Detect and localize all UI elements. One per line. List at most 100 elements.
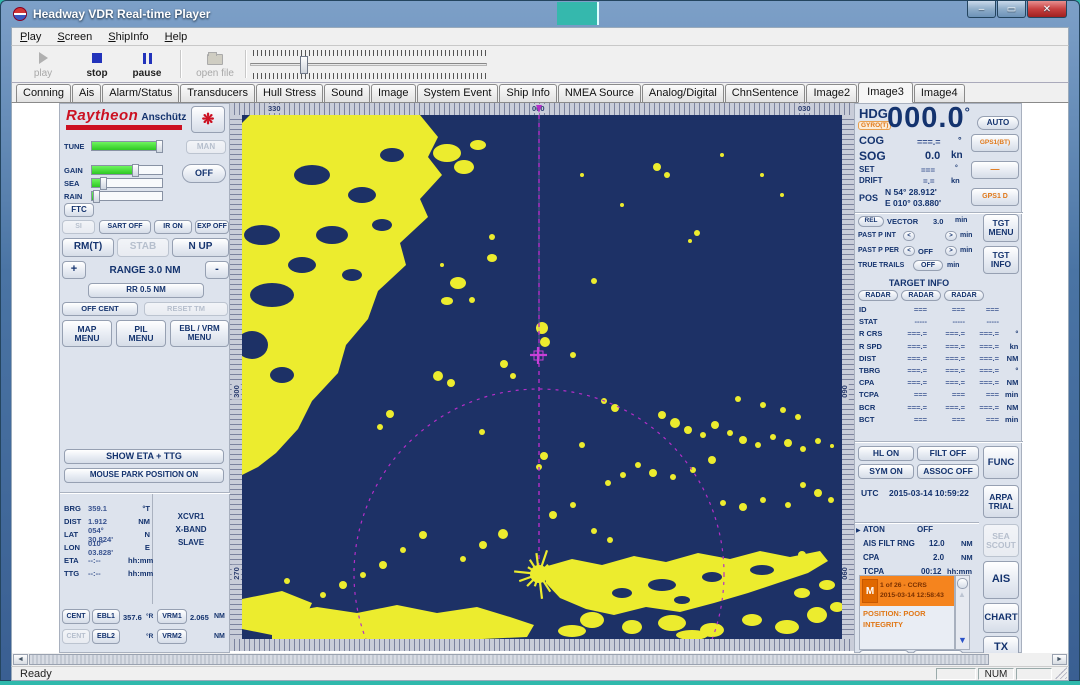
alarm-scrollbar[interactable]: ▲ ▼	[955, 575, 970, 650]
ebl2-button[interactable]: EBL2	[92, 629, 120, 644]
minimize-button[interactable]: –	[967, 1, 996, 18]
map-menu-button[interactable]: MAPMENU	[62, 320, 112, 347]
past-pos-int-inc-button[interactable]: >	[945, 231, 957, 241]
tab-ais[interactable]: Ais	[72, 84, 101, 102]
true-trails-button[interactable]: OFF	[913, 260, 943, 271]
orientation-button[interactable]: N UP	[172, 238, 229, 257]
ais-button[interactable]: AIS	[983, 561, 1019, 599]
tab-image2[interactable]: Image2	[806, 84, 857, 102]
app-window: Headway VDR Real-time Player – ▭ ✕ PlayS…	[0, 0, 1080, 681]
si-button[interactable]: SI	[62, 220, 95, 234]
pos-source-button[interactable]: GPS1 D	[971, 188, 1019, 206]
sea-scout-button[interactable]: SEASCOUT	[983, 524, 1019, 557]
tab-conning[interactable]: Conning	[16, 84, 71, 102]
alarm-box[interactable]: M 1 of 26 - CCRS 2015-03-14 12:58:43 POS…	[859, 575, 955, 650]
tab-system-event[interactable]: System Event	[417, 84, 499, 102]
title-bar[interactable]: Headway VDR Real-time Player – ▭ ✕	[11, 1, 1069, 27]
cog-sog-source-button[interactable]: GPS1(BT)	[971, 134, 1019, 152]
scroll-up-icon[interactable]: ▲	[958, 590, 966, 599]
tab-transducers[interactable]: Transducers	[180, 84, 255, 102]
tab-image4[interactable]: Image4	[914, 84, 965, 102]
rain-slider[interactable]: RAIN	[64, 190, 163, 202]
ftc-button[interactable]: FTC	[64, 203, 94, 217]
sym-on-button[interactable]: SYM ON	[858, 464, 914, 479]
set-drift-source-button[interactable]: —	[971, 161, 1019, 179]
ebl-vrm-menu-button[interactable]: EBL / VRMMENU	[170, 320, 229, 347]
past-pos-int-dec-button[interactable]: <	[903, 231, 915, 241]
stab-button[interactable]: STAB	[117, 238, 169, 257]
tgt-menu-button[interactable]: TGTMENU	[983, 214, 1019, 242]
radar3-button[interactable]: RADAR	[944, 290, 984, 301]
tune-man-button[interactable]: MAN	[186, 140, 226, 154]
open-file-button[interactable]: open file	[188, 49, 242, 80]
sea-slider[interactable]: SEA	[64, 177, 163, 189]
tab-image[interactable]: Image	[371, 84, 416, 102]
hl-on-button[interactable]: HL ON	[858, 446, 914, 461]
tab-alarm-status[interactable]: Alarm/Status	[102, 84, 179, 102]
off-cent-button[interactable]: OFF CENT	[62, 302, 138, 316]
tune-slider[interactable]: TUNE	[64, 140, 163, 152]
ais-cpa-value: 2.0	[933, 553, 944, 562]
chart-button[interactable]: CHART	[983, 603, 1019, 633]
pil-menu-button[interactable]: PILMENU	[116, 320, 166, 347]
play-button[interactable]: play	[20, 49, 66, 80]
ebl2-cent-button[interactable]: CENT	[62, 629, 90, 644]
motion-mode-button[interactable]: RM(T)	[62, 238, 114, 257]
menu-item-shipinfo[interactable]: ShipInfo	[100, 29, 156, 45]
playback-slider[interactable]	[250, 50, 487, 79]
gain-slider[interactable]: GAIN	[64, 164, 163, 176]
ir-on-button[interactable]: IR ON	[154, 220, 192, 234]
filt-off-button[interactable]: FILT OFF	[917, 446, 979, 461]
arpa-trial-button[interactable]: ARPATRIAL	[983, 485, 1019, 518]
range-rings-button[interactable]: RR 0.5 NM	[88, 283, 204, 298]
scroll-right-icon[interactable]: ►	[1052, 654, 1067, 665]
scroll-left-icon[interactable]: ◄	[13, 654, 28, 665]
auto-button[interactable]: AUTO	[977, 116, 1019, 130]
ebl1-button[interactable]: EBL1	[92, 609, 120, 624]
ebl1-cent-button[interactable]: CENT	[62, 609, 90, 624]
show-eta-ttg-button[interactable]: SHOW ETA + TTG	[64, 449, 224, 464]
tab-analog-digital[interactable]: Analog/Digital	[642, 84, 724, 102]
tab-chnsentence[interactable]: ChnSentence	[725, 84, 806, 102]
reset-tm-button[interactable]: RESET TM	[144, 302, 228, 316]
menu-item-play[interactable]: Play	[12, 29, 49, 45]
past-pos-per-inc-button[interactable]: >	[945, 246, 957, 256]
mouse-park-button[interactable]: MOUSE PARK POSITION ON	[64, 468, 224, 483]
radar-ppi[interactable]	[242, 115, 842, 639]
horizontal-scrollbar[interactable]: ◄ ►	[11, 653, 1069, 666]
exp-off-button[interactable]: EXP OFF	[195, 220, 229, 234]
range-minus-button[interactable]: -	[205, 261, 229, 279]
past-pos-per-dec-button[interactable]: <	[903, 246, 915, 256]
vrm1-button[interactable]: VRM1	[157, 609, 187, 624]
tab-hull-stress[interactable]: Hull Stress	[256, 84, 323, 102]
tab-sound[interactable]: Sound	[324, 84, 370, 102]
menu-item-help[interactable]: Help	[157, 29, 196, 45]
maximize-button[interactable]: ▭	[997, 1, 1026, 18]
tab-nmea-source[interactable]: NMEA Source	[558, 84, 641, 102]
assoc-off-button[interactable]: ASSOC OFF	[917, 464, 979, 479]
brand-logo-button[interactable]: ❋	[191, 106, 225, 133]
vrm2-button[interactable]: VRM2	[157, 629, 187, 644]
range-plus-button[interactable]: +	[62, 261, 86, 279]
scrollbar-thumb[interactable]	[29, 654, 989, 665]
tab-ship-info[interactable]: Ship Info	[499, 84, 556, 102]
rel-vector-button[interactable]: REL	[858, 216, 884, 227]
stop-button[interactable]: stop	[74, 49, 120, 80]
func-button[interactable]: FUNC	[983, 446, 1019, 479]
menu-item-screen[interactable]: Screen	[49, 29, 100, 45]
tx-button[interactable]: TX	[983, 636, 1019, 653]
tab-image3[interactable]: Image3	[858, 82, 913, 103]
close-button[interactable]: ✕	[1027, 1, 1067, 18]
radar1-button[interactable]: RADAR	[858, 290, 898, 301]
xcvr-name: XCVR1	[156, 512, 226, 521]
scroll-down-icon[interactable]: ▼	[958, 635, 967, 645]
gain-off-button[interactable]: OFF	[182, 164, 226, 183]
tgt-info-button[interactable]: TGTINFO	[983, 246, 1019, 274]
slider-handle[interactable]	[300, 56, 308, 74]
alarm-scroll-thumb[interactable]	[957, 578, 968, 589]
resize-grip[interactable]	[1055, 667, 1067, 679]
vrm1-value: 2.065	[190, 613, 209, 622]
radar2-button[interactable]: RADAR	[901, 290, 941, 301]
pause-button[interactable]: pause	[124, 49, 170, 80]
sart-off-button[interactable]: SART OFF	[99, 220, 151, 234]
